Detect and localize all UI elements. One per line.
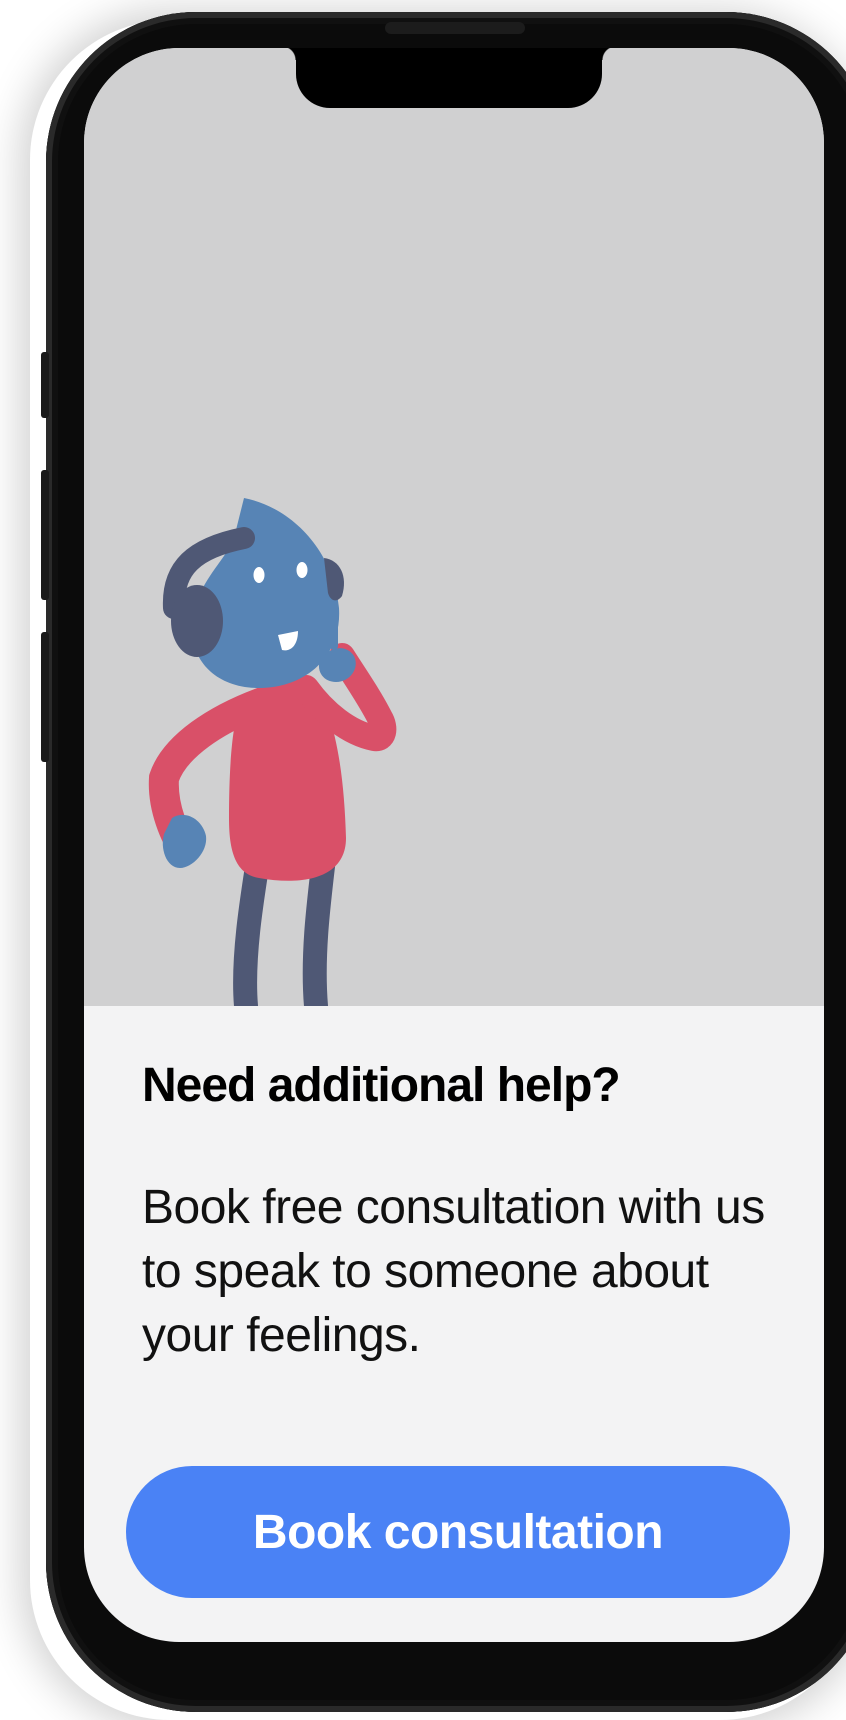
speaker-grille — [385, 22, 525, 34]
volume-up-button — [41, 470, 49, 600]
notch — [282, 48, 616, 108]
headphone-cup-left — [171, 585, 223, 657]
volume-down-button — [41, 632, 49, 762]
illustration-area — [84, 48, 824, 1006]
right-eye — [296, 562, 308, 578]
help-description: Book free consultation with us to speak … — [142, 1181, 765, 1362]
character-with-headphones-icon — [148, 498, 397, 1006]
right-leg — [302, 846, 336, 1006]
book-consultation-button[interactable]: Book consultation — [126, 1466, 790, 1598]
silent-switch — [41, 352, 49, 418]
help-title: Need additional help? — [142, 1059, 621, 1112]
phone-screen: Need additional help? Book free consulta… — [84, 48, 824, 1642]
left-eye — [253, 567, 265, 583]
head — [191, 498, 340, 688]
